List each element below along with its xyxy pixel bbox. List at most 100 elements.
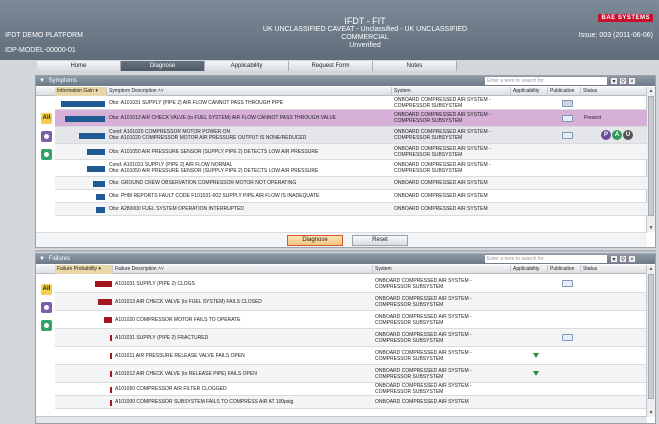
scroll-down-icon[interactable]: ▼ — [648, 410, 654, 416]
table-row[interactable]: Obs: GROUND CREW OBSERVATION COMPRESSOR … — [55, 177, 647, 190]
search-icon[interactable]: ⚲ — [619, 255, 627, 263]
tab-notes[interactable]: Notes — [373, 61, 457, 71]
failure-description: A101031 SUPPLY (PIPE 2) FRACTURED — [113, 329, 373, 346]
information-gain-bar — [87, 166, 105, 172]
publication-icon[interactable] — [562, 131, 573, 139]
table-row[interactable]: A101031 SUPPLY (PIPE 2) CLOGS ONBOARD COM… — [55, 275, 647, 293]
col-applicability[interactable]: Applicability — [511, 87, 548, 96]
symptom-description: Obs: PHM REPORTS FAULT CODE F101031-002 … — [107, 190, 392, 202]
verification-status: Unverified — [349, 42, 381, 49]
tab-applicability[interactable]: Applicability — [205, 61, 289, 71]
clear-icon[interactable]: × — [628, 77, 636, 85]
table-row[interactable]: Cond: A101031 SUPPLY (PIPE 2) AIR FLOW N… — [55, 160, 647, 177]
tab-home[interactable]: Home — [37, 61, 121, 71]
panel-splitter[interactable] — [35, 250, 656, 252]
table-row[interactable]: Obs: A280000 FUEL SYSTEM OPERATION INTER… — [55, 203, 647, 216]
table-row[interactable]: A101000 COMPRESSOR SUBSYSTEM FAILS TO CO… — [55, 396, 647, 409]
failure-description: A101000 COMPRESSOR SUBSYSTEM FAILS TO CO… — [113, 396, 373, 408]
table-row[interactable]: A101011 AIR PRESSURE RELEASE VALVE FAILS… — [55, 347, 647, 365]
failures-search-input[interactable]: Enter a term to search for — [485, 255, 607, 263]
system-cell: ONBOARD COMPRESSED AIR SYSTEM - COMPRESSO… — [373, 293, 511, 310]
failure-probability-bar — [110, 400, 112, 406]
col-information-gain[interactable]: Information Gain ▾ — [55, 87, 107, 96]
col-failure-probability[interactable]: Failure Probability ▾ — [55, 265, 113, 274]
clear-icon[interactable]: × — [628, 255, 636, 263]
filter-absent-button[interactable] — [41, 320, 52, 331]
symptoms-scrollbar[interactable]: ▲ ▼ — [646, 87, 655, 232]
information-gain-bar — [96, 194, 105, 200]
filter-all-button[interactable]: All — [41, 284, 52, 295]
system-text-2: COMPRESSOR SUBSYSTEM — [375, 373, 444, 380]
information-gain-bar — [93, 181, 105, 187]
status-text: Present — [584, 115, 602, 121]
failure-text: A101011 AIR PRESSURE RELEASE VALVE FAILS… — [115, 352, 245, 359]
col-symptom-description[interactable]: Symptom Description ˄˅ — [107, 87, 392, 96]
failure-text: A101000 COMPRESSOR SUBSYSTEM FAILS TO CO… — [115, 399, 294, 405]
diagnose-button[interactable]: Diagnose — [287, 235, 343, 246]
scroll-thumb[interactable] — [648, 274, 654, 399]
filter-all-button[interactable]: All — [41, 113, 52, 124]
col-system[interactable]: System — [373, 265, 511, 274]
col-publication[interactable]: Publication — [548, 265, 581, 274]
model-id: IDP-MODEL-00000-01 — [5, 47, 76, 54]
symptoms-action-bar: Diagnose Reset — [36, 232, 647, 247]
col-failure-description[interactable]: Failure Description ˄˅ — [113, 265, 373, 274]
system-text-2: COMPRESSOR SUBSYSTEM — [375, 389, 444, 395]
symptom-text: Obs: GROUND CREW OBSERVATION COMPRESSOR … — [109, 180, 297, 186]
collapse-icon[interactable]: ▼ — [39, 254, 47, 264]
col-status[interactable]: Status — [581, 265, 647, 274]
failures-scrollbar[interactable]: ▲ ▼ — [646, 265, 655, 417]
scroll-down-icon[interactable]: ▼ — [648, 225, 654, 231]
table-row[interactable]: A101050 COMPRESSOR AIR FILTER CLOGGED ONB… — [55, 383, 647, 396]
applicability-filter-icon[interactable] — [533, 353, 539, 358]
reset-button[interactable]: Reset — [352, 235, 408, 246]
tab-request-form[interactable]: Request Form — [289, 61, 373, 71]
table-row[interactable]: A101012 AIR CHECK VALVE (to RELEASE PIPE… — [55, 365, 647, 383]
table-row[interactable]: A101013 AIR CHECK VALVE (to FUEL SYSTEM)… — [55, 293, 647, 311]
dropdown-icon[interactable]: ▾ — [610, 255, 618, 263]
table-row[interactable]: A101020 COMPRESSOR MOTOR FAILS TO OPERAT… — [55, 311, 647, 329]
information-gain-bar — [96, 207, 105, 213]
filter-present-button[interactable] — [41, 131, 52, 142]
table-row[interactable]: Cond: A101020 COMPRESSOR MOTOR POWER ON O… — [55, 127, 647, 144]
table-row[interactable]: A101031 SUPPLY (PIPE 2) FRACTURED ONBOARD… — [55, 329, 647, 347]
publication-icon[interactable] — [562, 334, 573, 341]
filter-absent-button[interactable] — [41, 149, 52, 160]
dropdown-icon[interactable]: ▾ — [610, 77, 618, 85]
tab-diagnose[interactable]: Diagnose — [121, 61, 205, 71]
publication-icon[interactable] — [562, 280, 573, 287]
table-row[interactable]: Obs: A101050 AIR PRESSURE SENSOR (SUPPLY… — [55, 144, 647, 160]
present-button[interactable]: P — [601, 130, 611, 140]
publication-icon[interactable] — [562, 99, 573, 107]
symptoms-search-input[interactable]: Enter a term to search for — [485, 77, 607, 85]
col-applicability[interactable]: Applicability — [511, 265, 548, 274]
status-buttons: PAU — [601, 127, 646, 143]
table-row[interactable]: Obs: A101031 SUPPLY (PIPE 2) AIR FLOW CA… — [55, 97, 647, 110]
applicability-filter-icon[interactable] — [533, 371, 539, 376]
filter-present-button[interactable] — [41, 302, 52, 313]
collapse-icon[interactable]: ▼ — [39, 76, 47, 86]
publication-icon[interactable] — [562, 114, 573, 122]
symptom-description: Cond: A101020 COMPRESSOR MOTOR POWER ON O… — [107, 127, 392, 143]
table-row[interactable]: Obs: PHM REPORTS FAULT CODE F101031-002 … — [55, 190, 647, 203]
app-header: IFDT DEMO PLATFORM IDP-MODEL-00000-01 IF… — [0, 0, 659, 60]
scroll-up-icon[interactable]: ▲ — [648, 88, 654, 94]
scroll-up-icon[interactable]: ▲ — [648, 266, 654, 272]
absent-button[interactable]: A — [612, 130, 622, 140]
main-nav: Home Diagnose Applicability Request Form… — [37, 61, 457, 71]
system-text: ONBOARD COMPRESSED AIR SYSTEM — [394, 180, 488, 186]
table-row[interactable]: Obs: A101013 AIR CHECK VALVE (to FUEL SY… — [55, 110, 647, 127]
scroll-thumb[interactable] — [648, 96, 654, 216]
failure-probability-bar — [110, 353, 112, 359]
horizontal-scrollbar[interactable] — [36, 416, 647, 423]
symptom-description: Obs: GROUND CREW OBSERVATION COMPRESSOR … — [107, 177, 392, 189]
symptom-text: Obs: A101013 AIR CHECK VALVE (to FUEL SY… — [109, 115, 337, 121]
col-status[interactable]: Status — [581, 87, 647, 96]
system-cell: ONBOARD COMPRESSED AIR SYSTEM - COMPRESSO… — [373, 383, 511, 395]
col-system[interactable]: System — [392, 87, 511, 96]
search-icon[interactable]: ⚲ — [619, 77, 627, 85]
failure-text: A101013 AIR CHECK VALVE (to FUEL SYSTEM)… — [115, 298, 262, 305]
symptom-description: Obs: A280000 FUEL SYSTEM OPERATION INTER… — [107, 203, 392, 215]
unknown-button[interactable]: U — [623, 130, 633, 140]
col-publication[interactable]: Publication — [548, 87, 581, 96]
